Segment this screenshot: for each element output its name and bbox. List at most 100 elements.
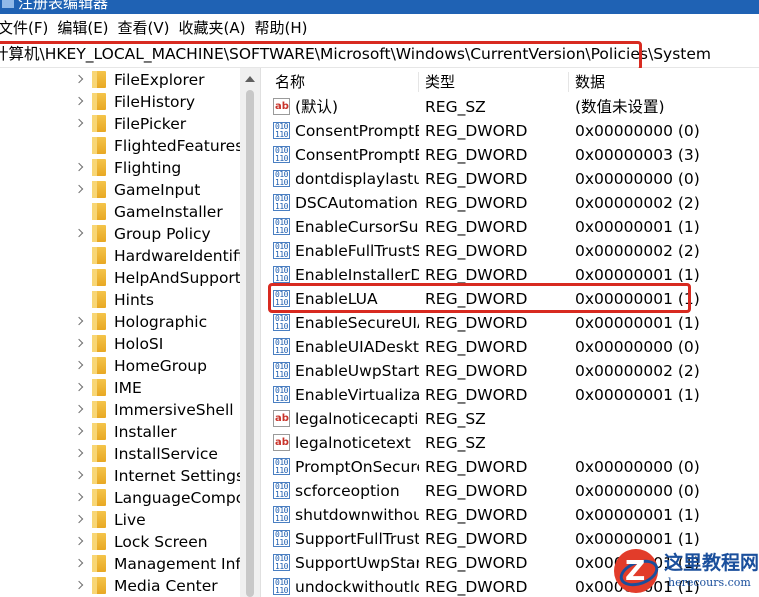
value-row[interactable]: 010 110 DSCAutomationHostEnabled REG_DWORD… <box>268 191 759 215</box>
folder-icon <box>92 159 106 176</box>
dword-value-icon: 010 110 <box>273 362 290 379</box>
expand-chevron-icon[interactable] <box>74 184 86 196</box>
tree-item[interactable]: ImmersiveShell <box>0 399 240 421</box>
tree-item[interactable]: HelpAndSupport <box>0 267 241 289</box>
tree-item[interactable]: HardwareIdentification <box>0 245 260 267</box>
tree-item[interactable]: Flighting <box>0 157 240 179</box>
tree-item-label: IME <box>114 379 142 397</box>
expand-chevron-icon[interactable] <box>74 338 86 350</box>
tree-item-label: Hints <box>114 291 154 309</box>
tree-item[interactable]: Management Infrastructure <box>0 553 260 575</box>
tree-item[interactable]: Lock Screen <box>0 531 240 553</box>
folder-icon <box>92 555 106 572</box>
value-row[interactable]: 010 110 EnableLUA REG_DWORD 0x00000001 (1) <box>268 287 759 311</box>
tree-item[interactable]: Media Center <box>0 575 240 597</box>
value-row[interactable]: 010 110 EnableVirtualization REG_DWORD 0x00… <box>268 383 759 407</box>
tree-item[interactable]: LanguageComponentsInstaller <box>0 487 260 509</box>
dword-value-icon: 010 110 <box>273 554 290 571</box>
value-row[interactable]: 010 110 ConsentPromptBehaviorUser REG_DWOR… <box>268 143 759 167</box>
expand-chevron-icon[interactable] <box>74 360 86 372</box>
dword-value-icon: 010 110 <box>273 338 290 355</box>
column-divider[interactable] <box>418 72 419 92</box>
expand-chevron-icon[interactable] <box>74 228 86 240</box>
expand-chevron-icon[interactable] <box>74 316 86 328</box>
tree-item[interactable]: IME <box>0 377 240 399</box>
tree-item[interactable]: FileExplorer <box>0 69 240 91</box>
value-row[interactable]: 010 110 EnableUwpStartupTasks REG_DWORD 0x0… <box>268 359 759 383</box>
value-data: 0x00000001 (1) <box>575 290 700 308</box>
menu-favorites[interactable]: 收藏夹(A) <box>179 14 255 42</box>
value-name: EnableFullTrustStartupTasks <box>295 242 419 260</box>
value-row[interactable]: 010 110 EnableInstallerDetection REG_DWORD… <box>268 263 759 287</box>
expand-chevron-icon[interactable] <box>74 492 86 504</box>
tree-item[interactable]: Hints <box>0 289 240 311</box>
tree-item[interactable]: GameInstaller <box>0 201 240 223</box>
expand-chevron-icon[interactable] <box>74 470 86 482</box>
dword-value-icon: 010 110 <box>273 506 290 523</box>
column-divider[interactable] <box>568 72 569 92</box>
scrollbar-thumb[interactable] <box>246 90 254 597</box>
tree-item[interactable]: InstallService <box>0 443 240 465</box>
menu-help[interactable]: 帮助(H) <box>254 14 316 42</box>
key-tree[interactable]: FileExplorer FileHistory FilePicker Flighte… <box>0 68 260 597</box>
string-value-icon: ab <box>273 410 290 427</box>
value-row[interactable]: ab legalnoticetext REG_SZ <box>268 431 759 455</box>
dword-value-icon: 010 110 <box>273 170 290 187</box>
value-row[interactable]: ab legalnoticecaption REG_SZ <box>268 407 759 431</box>
expand-chevron-icon[interactable] <box>74 448 86 460</box>
column-header-type[interactable]: 类型 <box>425 70 455 94</box>
tree-item[interactable]: GameInput <box>0 179 240 201</box>
tree-item[interactable]: FlightedFeatures <box>0 135 243 157</box>
expand-chevron-icon[interactable] <box>74 580 86 592</box>
folder-icon <box>92 577 106 594</box>
value-row[interactable]: 010 110 ConsentPromptBehaviorAdmin REG_DWO… <box>268 119 759 143</box>
value-row[interactable]: 010 110 scforceoption REG_DWORD 0x00000000 … <box>268 479 759 503</box>
value-row[interactable]: 010 110 EnableFullTrustStartupTasks REG_DW… <box>268 239 759 263</box>
tree-scrollbar[interactable] <box>240 68 260 597</box>
expand-chevron-icon[interactable] <box>74 382 86 394</box>
expand-chevron-icon[interactable] <box>74 536 86 548</box>
expand-chevron-icon[interactable] <box>74 514 86 526</box>
tree-item[interactable]: Installer <box>0 421 240 443</box>
value-row[interactable]: ab (默认) REG_SZ (数值未设置) <box>268 95 759 119</box>
expand-chevron-icon[interactable] <box>74 426 86 438</box>
column-header-name[interactable]: 名称 <box>275 70 305 94</box>
folder-icon <box>92 533 106 550</box>
value-row[interactable]: 010 110 dontdisplaylastusername REG_DWORD 0… <box>268 167 759 191</box>
value-row[interactable]: 010 110 EnableSecureUIAPaths REG_DWORD 0x00… <box>268 311 759 335</box>
tree-item[interactable]: HomeGroup <box>0 355 240 377</box>
values-list[interactable]: 名称 类型 数据 ab (默认) REG_SZ (数值未设置) 010 110 Conse… <box>268 68 759 597</box>
tree-item[interactable]: FilePicker <box>0 113 240 135</box>
value-data: 0x00000001 (1) <box>575 506 700 524</box>
menu-file[interactable]: 文件(F) <box>0 14 57 42</box>
tree-item[interactable]: Group Policy <box>0 223 240 245</box>
expand-chevron-icon[interactable] <box>74 162 86 174</box>
value-row[interactable]: 010 110 EnableUIADesktopToggle REG_DWORD 0x… <box>268 335 759 359</box>
scroll-up-icon[interactable] <box>245 76 255 82</box>
tree-item[interactable]: Live <box>0 509 240 531</box>
expand-chevron-icon[interactable] <box>74 558 86 570</box>
tree-item[interactable]: Internet Settings <box>0 465 244 487</box>
dword-value-icon: 010 110 <box>273 386 290 403</box>
expand-chevron-icon[interactable] <box>74 118 86 130</box>
menu-edit[interactable]: 编辑(E) <box>57 14 117 42</box>
address-bar[interactable]: 计算机\HKEY_LOCAL_MACHINE\SOFTWARE\Microsof… <box>0 42 759 68</box>
value-row[interactable]: 010 110 PromptOnSecureDesktop REG_DWORD 0x0… <box>268 455 759 479</box>
column-header-data[interactable]: 数据 <box>575 70 605 94</box>
menu-view[interactable]: 查看(V) <box>118 14 179 42</box>
folder-icon <box>92 137 106 154</box>
menu-bar: 文件(F) 编辑(E) 查看(V) 收藏夹(A) 帮助(H) <box>0 14 759 42</box>
expand-chevron-icon[interactable] <box>74 404 86 416</box>
expand-chevron-icon[interactable] <box>74 74 86 86</box>
value-name: EnableInstallerDetection <box>295 266 419 284</box>
address-path[interactable]: 计算机\HKEY_LOCAL_MACHINE\SOFTWARE\Microsof… <box>0 43 711 65</box>
tree-item[interactable]: HoloSI <box>0 333 240 355</box>
value-row[interactable]: 010 110 EnableCursorSuppression REG_DWORD 0… <box>268 215 759 239</box>
value-type: REG_DWORD <box>425 554 528 572</box>
value-type: REG_DWORD <box>425 458 528 476</box>
expand-chevron-icon[interactable] <box>74 96 86 108</box>
value-row[interactable]: 010 110 shutdownwithoutlogon REG_DWORD 0x00… <box>268 503 759 527</box>
tree-item[interactable]: Holographic <box>0 311 240 333</box>
tree-item[interactable]: FileHistory <box>0 91 240 113</box>
pane-splitter[interactable] <box>260 68 268 597</box>
